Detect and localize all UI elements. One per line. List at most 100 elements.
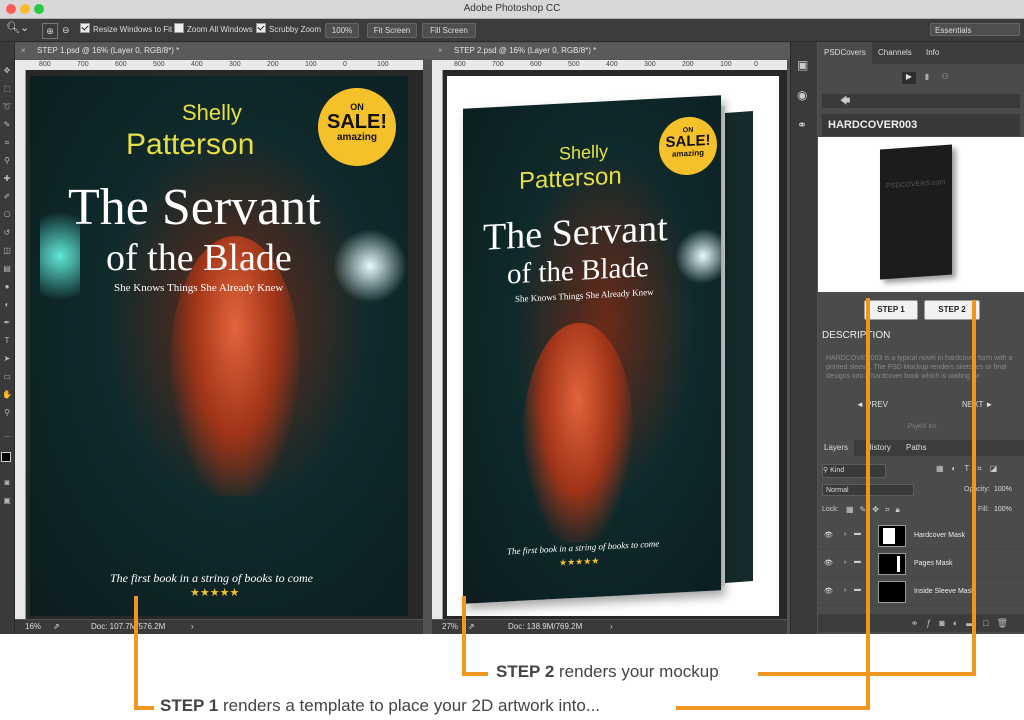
scrubby-zoom-checkbox[interactable] xyxy=(256,23,266,33)
lock-label: Lock: xyxy=(822,506,839,513)
canvas-area-doc2[interactable]: Shelly Patterson ON SALE! amazing The Se… xyxy=(443,70,787,619)
healing-tool-icon[interactable]: ✚ xyxy=(2,174,12,184)
layer-name: Inside Sleeve Mask xyxy=(914,588,975,595)
status-menu-chevron-icon[interactable]: › xyxy=(191,620,194,634)
resize-windows-checkbox[interactable] xyxy=(80,23,90,33)
crop-tool-icon[interactable]: ⌗ xyxy=(2,138,12,148)
bokeh-light xyxy=(673,224,721,288)
user-icon[interactable]: ⚇ xyxy=(938,72,952,84)
opacity-field[interactable]: 100% xyxy=(994,486,1012,493)
canvas-area-doc1[interactable]: Shelly Patterson ON SALE! amazing The Se… xyxy=(26,70,423,619)
history-brush-icon[interactable]: ↺ xyxy=(2,228,12,238)
back-nav-bar: 🡄 xyxy=(822,94,1020,108)
move-tool-icon[interactable]: ✥ xyxy=(2,66,12,76)
document-tab-step1[interactable]: × STEP 1.psd @ 16% (Layer 0, RGB/8*) * xyxy=(15,43,445,59)
preview-watermark: PSDCOVERS.com xyxy=(886,178,946,191)
pen-tool-icon[interactable]: ✒ xyxy=(2,318,12,328)
lasso-tool-icon[interactable]: ➰ xyxy=(2,102,12,112)
ruler-label: 0 xyxy=(754,61,758,68)
share-icon[interactable]: ⇗ xyxy=(53,620,60,634)
tab-psdcovers[interactable]: PSDCovers xyxy=(818,42,872,64)
tab-layers[interactable]: Layers xyxy=(818,440,855,456)
zoom-all-checkbox[interactable] xyxy=(174,23,184,33)
back-arrow-icon[interactable]: 🡄 xyxy=(840,94,850,111)
workspace-select[interactable]: Essentials xyxy=(930,23,1020,36)
layer-row[interactable]: 👁︎ › ▬ Inside Sleeve Mask xyxy=(818,578,1024,606)
zoom-in-icon[interactable]: ⊕ xyxy=(42,23,58,39)
fit-screen-button[interactable]: Fit Screen xyxy=(367,23,417,38)
psdcovers-panel-icon[interactable]: ▣ xyxy=(797,58,808,72)
type-tool-icon[interactable]: T xyxy=(2,336,12,346)
document-tab-step2[interactable]: × STEP 2.psd @ 16% (Layer 0, RGB/8*) * xyxy=(432,43,809,59)
layer-filter-icons[interactable]: ▦◐T⌗◪ xyxy=(936,464,1005,474)
fill-field[interactable]: 100% xyxy=(994,506,1012,513)
bokeh-light xyxy=(330,226,408,306)
step2-caption-text: renders your mockup xyxy=(554,662,719,681)
bookmark-icon[interactable]: ▮ xyxy=(920,72,934,84)
zoom-out-icon[interactable]: ⊖ xyxy=(62,23,70,37)
expand-chevron-icon[interactable]: › xyxy=(844,559,846,566)
layers-footer-actions[interactable]: ⚭ƒ◙◐▬□🗑︎ xyxy=(818,614,1024,632)
layer-row[interactable]: 👁︎ › ▬ Pages Mask xyxy=(818,550,1024,578)
ruler-label: 800 xyxy=(454,61,466,68)
foreground-color-swatch[interactable] xyxy=(1,452,11,462)
mockup-stars: ★★★★★ xyxy=(559,555,600,568)
ruler-label: 0 xyxy=(343,61,347,68)
stamp-tool-icon[interactable]: ⎔ xyxy=(2,210,12,220)
ruler-label: 500 xyxy=(568,61,580,68)
visibility-eye-icon[interactable]: 👁︎ xyxy=(824,559,833,567)
layers-tab-strip: Layers History Paths xyxy=(818,440,1024,456)
close-tab-icon[interactable]: × xyxy=(21,43,26,59)
opacity-label: Opacity: xyxy=(964,486,990,493)
visibility-eye-icon[interactable]: 👁︎ xyxy=(824,531,833,539)
gradient-tool-icon[interactable]: ▤ xyxy=(2,264,12,274)
dodge-tool-icon[interactable]: ◐ xyxy=(2,300,12,310)
eyedropper-tool-icon[interactable]: ⚲ xyxy=(2,156,12,166)
document-tab-label: STEP 2.psd @ 16% (Layer 0, RGB/8*) * xyxy=(454,46,597,55)
quick-mask-icon[interactable]: ◙ xyxy=(2,478,12,488)
layer-row[interactable]: 👁︎ › ▬ Hardcover Mask xyxy=(818,522,1024,550)
path-select-icon[interactable]: ➤ xyxy=(2,354,12,364)
step1-button[interactable]: STEP 1 xyxy=(864,300,918,320)
step1-caption: STEP 1 renders a template to place your … xyxy=(160,696,600,716)
eraser-tool-icon[interactable]: ◫ xyxy=(2,246,12,256)
hand-tool-icon[interactable]: ✋ xyxy=(2,390,12,400)
play-icon[interactable]: ▶ xyxy=(902,72,916,84)
zoom-value-field[interactable]: 100% xyxy=(325,23,359,38)
tab-paths[interactable]: Paths xyxy=(900,440,932,456)
blur-tool-icon[interactable]: ● xyxy=(2,282,12,292)
brush-tool-icon[interactable]: ✐ xyxy=(2,192,12,202)
fill-screen-button[interactable]: Fill Screen xyxy=(422,23,476,38)
screen-mode-icon[interactable]: ▣ xyxy=(2,496,12,506)
next-button[interactable]: NEXT ► xyxy=(962,400,993,409)
lock-icons[interactable]: ▦✎✥⌗🔒︎ xyxy=(846,505,906,515)
expand-chevron-icon[interactable]: › xyxy=(844,531,846,538)
zoom-tool-small-icon[interactable]: ⚲ xyxy=(2,408,12,418)
cover-title-line1: The Servant xyxy=(68,179,321,236)
share-icon[interactable]: ⇗ xyxy=(468,620,475,634)
prev-button[interactable]: ◄ PREV xyxy=(856,400,888,409)
close-tab-icon[interactable]: × xyxy=(438,43,443,59)
cover-subtitle: She Knows Things She Already Knew xyxy=(114,282,284,294)
layer-name: Pages Mask xyxy=(914,560,953,567)
step2-caption-bold: STEP 2 xyxy=(496,662,555,681)
doc1-zoom-level[interactable]: 16% xyxy=(25,620,41,634)
marquee-tool-icon[interactable]: ⬚ xyxy=(2,84,12,94)
step1-caption-bold: STEP 1 xyxy=(160,696,219,715)
channels-panel-icon[interactable]: ◉ xyxy=(797,88,807,102)
paths-panel-icon[interactable]: ⚭ xyxy=(797,118,807,132)
tab-channels[interactable]: Channels xyxy=(872,42,918,64)
quick-select-tool-icon[interactable]: ✎ xyxy=(2,120,12,130)
scrubby-zoom-option[interactable]: Scrubby Zoom xyxy=(256,23,321,37)
layer-filter-select[interactable]: ⚲ Kind xyxy=(822,464,886,478)
status-menu-chevron-icon[interactable]: › xyxy=(610,620,613,634)
doc2-zoom-level[interactable]: 27% xyxy=(442,620,458,634)
zoom-tool-icon[interactable]: 🔍︎⌄ xyxy=(6,21,29,35)
more-tools-icon[interactable]: … xyxy=(2,430,12,440)
shape-tool-icon[interactable]: ▭ xyxy=(2,372,12,382)
resize-windows-option[interactable]: Resize Windows to Fit xyxy=(80,23,172,37)
zoom-all-option[interactable]: Zoom All Windows xyxy=(174,23,253,37)
tab-info[interactable]: Info xyxy=(920,42,945,64)
expand-chevron-icon[interactable]: › xyxy=(844,587,846,594)
visibility-eye-icon[interactable]: 👁︎ xyxy=(824,587,833,595)
